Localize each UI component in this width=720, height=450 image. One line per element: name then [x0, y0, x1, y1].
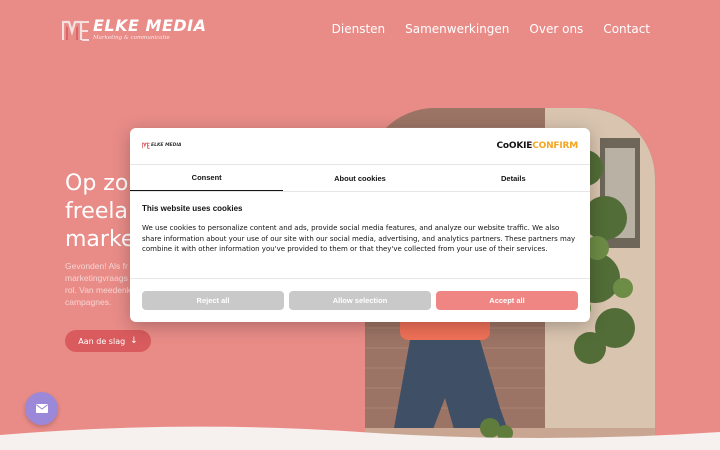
- cookie-dialog-text: We use cookies to personalize content an…: [142, 224, 576, 253]
- cookie-dialog-logo-text: ELKE MEDIA: [151, 143, 182, 148]
- tab-details[interactable]: Details: [437, 165, 590, 191]
- cookie-consent-dialog: ELKE MEDIA CoOKIECONFIRM Consent About c…: [130, 128, 590, 322]
- cookie-dialog-title: This website uses cookies: [142, 204, 243, 213]
- cookie-dialog-tabs: Consent About cookies Details: [130, 165, 590, 192]
- cookie-dialog-site-logo: ELKE MEDIA: [142, 142, 182, 149]
- cookieconfirm-brand: CoOKIECONFIRM: [497, 141, 579, 151]
- brand-part-confirm: CONFIRM: [532, 141, 578, 151]
- reject-all-button[interactable]: Reject all: [142, 291, 284, 310]
- tab-consent[interactable]: Consent: [130, 165, 284, 191]
- accept-all-button[interactable]: Accept all: [436, 291, 578, 310]
- cookie-dialog-body: This website uses cookies We use cookies…: [130, 192, 590, 255]
- tab-about-cookies[interactable]: About cookies: [283, 165, 436, 191]
- cookie-dialog-header: ELKE MEDIA CoOKIECONFIRM: [130, 128, 590, 165]
- logo-mark-icon: [142, 142, 150, 149]
- cookie-dialog-footer: Reject all Allow selection Accept all: [130, 278, 590, 322]
- brand-part-okie: OKIE: [508, 141, 533, 151]
- allow-selection-button[interactable]: Allow selection: [289, 291, 431, 310]
